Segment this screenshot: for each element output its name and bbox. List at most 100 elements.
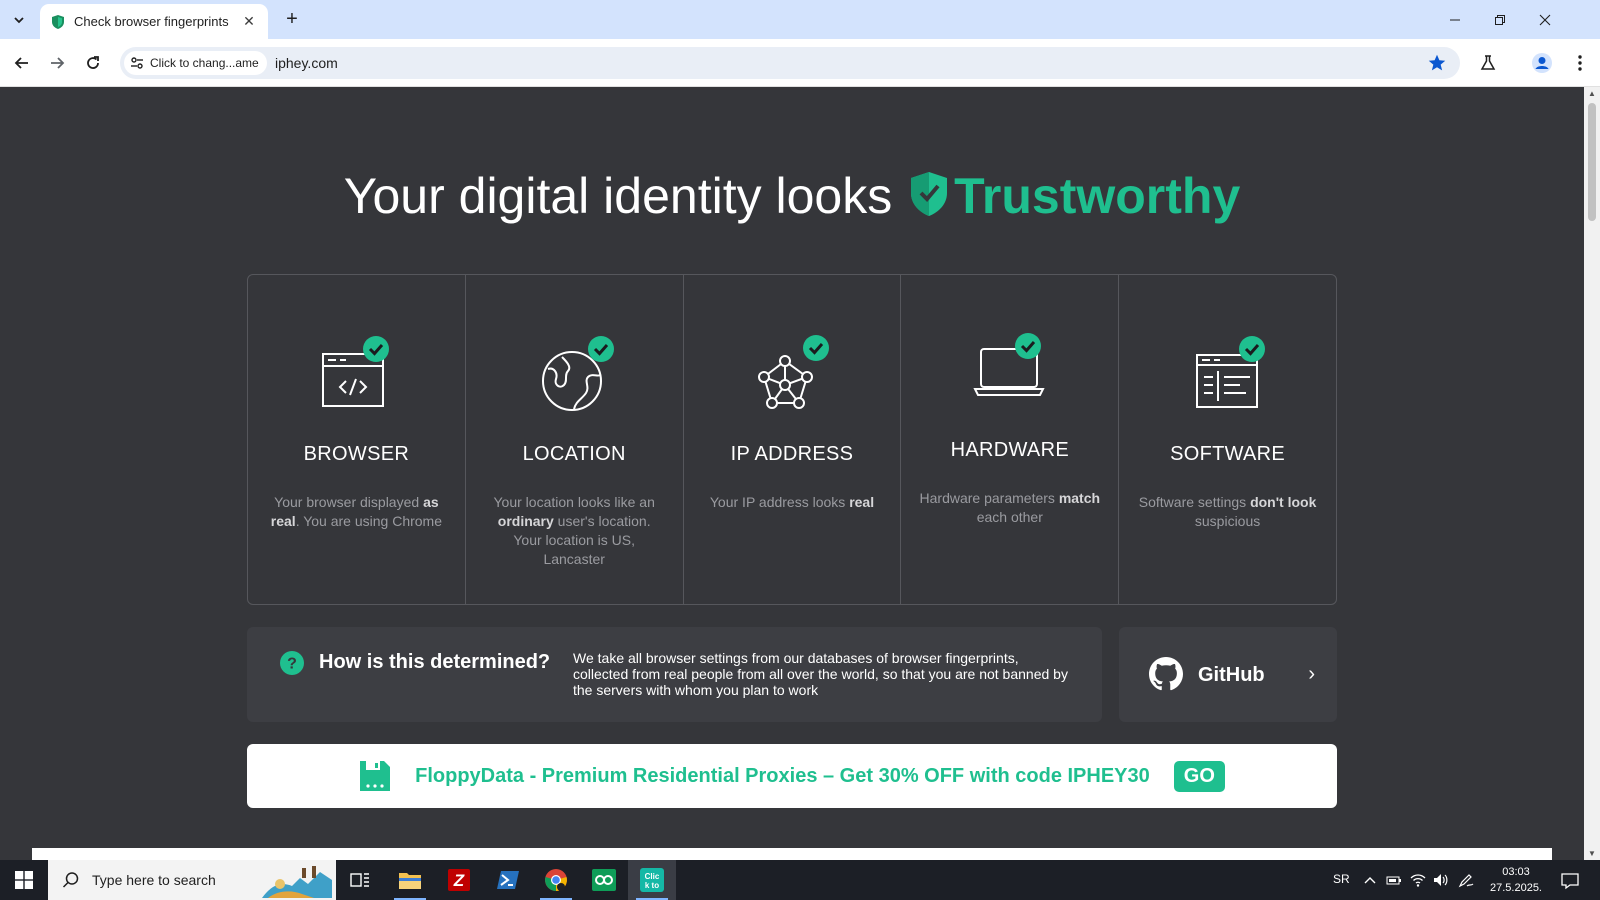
card-description: Your browser displayed as real. You are … (270, 494, 443, 529)
check-results-card: BROWSER Your browser displayed as real. … (247, 274, 1337, 605)
tab-close-icon[interactable]: ✕ (240, 13, 258, 30)
taskbar-green-app[interactable] (580, 860, 628, 900)
reload-button[interactable] (81, 51, 105, 75)
taskbar-file-explorer[interactable] (386, 860, 434, 900)
input-language[interactable]: SR (1333, 872, 1350, 886)
more-vertical-icon (1578, 55, 1582, 71)
taskbar-powershell[interactable] (484, 860, 532, 900)
search-icon (62, 872, 79, 888)
scroll-up-icon[interactable]: ▲ (1588, 89, 1596, 98)
check-software: SOFTWARE Software settings don't look su… (1119, 275, 1336, 604)
github-icon (1149, 657, 1183, 691)
close-window-button[interactable] (1530, 8, 1560, 32)
chrome-icon (545, 869, 567, 891)
floppy-disk-icon (360, 761, 391, 791)
tab-active[interactable]: Check browser fingerprints ✕ (40, 4, 268, 39)
taskbar-clickto[interactable]: Clic k to (628, 860, 676, 900)
close-icon (1539, 14, 1551, 26)
how-determined-title: How is this determined? (319, 651, 551, 673)
taskbar-filezilla[interactable]: Z (435, 860, 483, 900)
profile-button[interactable] (1530, 51, 1554, 75)
how-determined-box: ? How is this determined? We take all br… (247, 627, 1102, 722)
chevron-up-icon[interactable] (1362, 872, 1378, 888)
site-chip-label: Click to chang...ame (150, 56, 259, 70)
labs-button[interactable] (1476, 51, 1500, 75)
svg-text:?: ? (287, 656, 297, 673)
pen-icon[interactable] (1458, 872, 1474, 888)
task-view-button[interactable] (336, 860, 384, 900)
card-description: Your location looks like an ordinary use… (493, 494, 655, 567)
promo-text: FloppyData - Premium Residential Proxies… (415, 764, 1150, 787)
next-section-edge (32, 848, 1552, 860)
taskbar-clock[interactable]: 03:03 27.5.2025. (1488, 864, 1544, 896)
card-title: HARDWARE (950, 439, 1069, 461)
restore-icon (1495, 15, 1505, 25)
github-label: GitHub (1198, 664, 1265, 686)
bookmark-star-icon[interactable] (1426, 52, 1448, 74)
address-bar[interactable]: Click to chang...ame iphey.com (120, 47, 1460, 79)
browser-code-icon (322, 336, 390, 407)
svg-text:Clic: Clic (645, 872, 660, 881)
battery-icon[interactable] (1386, 872, 1402, 888)
card-title: IP ADDRESS (730, 443, 854, 465)
clickto-icon: Click to (640, 868, 664, 892)
windows-taskbar: Type here to search Z Clic k to SR 03:03… (0, 860, 1600, 900)
tab-title: Check browser fingerprints (74, 14, 229, 29)
start-button[interactable] (0, 860, 48, 900)
check-ip-address: IP ADDRESS Your IP address looks real (684, 275, 902, 604)
windows-logo-icon (15, 871, 33, 889)
svg-text:Z: Z (453, 871, 465, 890)
card-description: Your IP address looks real (709, 494, 875, 510)
back-button[interactable] (10, 51, 34, 75)
infinity-app-icon (592, 869, 616, 891)
check-location: LOCATION Your location looks like an ord… (466, 275, 684, 604)
clock-date: 27.5.2025. (1490, 882, 1542, 894)
menu-button[interactable] (1568, 51, 1592, 75)
how-determined-text: We take all browser settings from our da… (573, 650, 1068, 698)
minimize-button[interactable] (1440, 8, 1470, 32)
scroll-down-icon[interactable]: ▼ (1588, 849, 1596, 858)
restore-button[interactable] (1485, 8, 1515, 32)
profile-avatar-icon (1532, 53, 1552, 73)
page-title: Your digital identity looks Trustworthy (0, 167, 1584, 225)
powershell-icon (497, 871, 519, 889)
globe-icon (542, 336, 615, 411)
headline-prefix: Your digital identity looks (343, 168, 893, 224)
minimize-icon (1450, 19, 1460, 21)
clock-time: 03:03 (1502, 866, 1530, 878)
chevron-down-icon (14, 17, 24, 24)
shield-favicon-icon (52, 14, 64, 29)
chevron-right-icon: › (1308, 663, 1315, 685)
reload-icon (87, 56, 99, 69)
taskbar-chrome[interactable] (532, 860, 580, 900)
tab-search-button[interactable] (7, 8, 31, 32)
notification-icon[interactable] (1561, 872, 1579, 890)
software-window-icon (1195, 336, 1265, 408)
taskbar-search-placeholder: Type here to search (92, 872, 216, 888)
flask-icon (1480, 55, 1496, 70)
wifi-icon[interactable] (1410, 872, 1426, 888)
taskbar-search[interactable]: Type here to search (48, 860, 336, 900)
task-view-icon (350, 873, 369, 887)
forward-button[interactable] (45, 51, 69, 75)
new-tab-button[interactable]: + (278, 8, 306, 32)
tune-icon (131, 57, 143, 69)
site-info-chip[interactable]: Click to chang...ame (124, 51, 267, 75)
check-browser: BROWSER Your browser displayed as real. … (248, 275, 466, 604)
filezilla-icon: Z (448, 869, 470, 891)
laptop-icon (973, 333, 1045, 396)
check-hardware: HARDWARE Hardware parameters match each … (901, 275, 1120, 604)
scroll-thumb[interactable] (1588, 103, 1596, 221)
arrow-right-icon (51, 57, 65, 69)
browser-toolbar: Click to chang...ame iphey.com (0, 39, 1600, 87)
volume-icon[interactable] (1432, 872, 1448, 888)
card-title: BROWSER (303, 443, 410, 465)
card-description: Software settings don't look suspicious (1138, 494, 1317, 529)
url-text[interactable]: iphey.com (275, 55, 338, 71)
network-icon (757, 335, 829, 409)
github-link[interactable]: GitHub › (1119, 627, 1337, 722)
promo-banner[interactable]: FloppyData - Premium Residential Proxies… (247, 744, 1337, 808)
search-highlight-image-icon (262, 866, 332, 898)
page-scrollbar[interactable]: ▲ ▼ (1584, 87, 1600, 860)
promo-go-button[interactable]: GO (1173, 760, 1225, 792)
